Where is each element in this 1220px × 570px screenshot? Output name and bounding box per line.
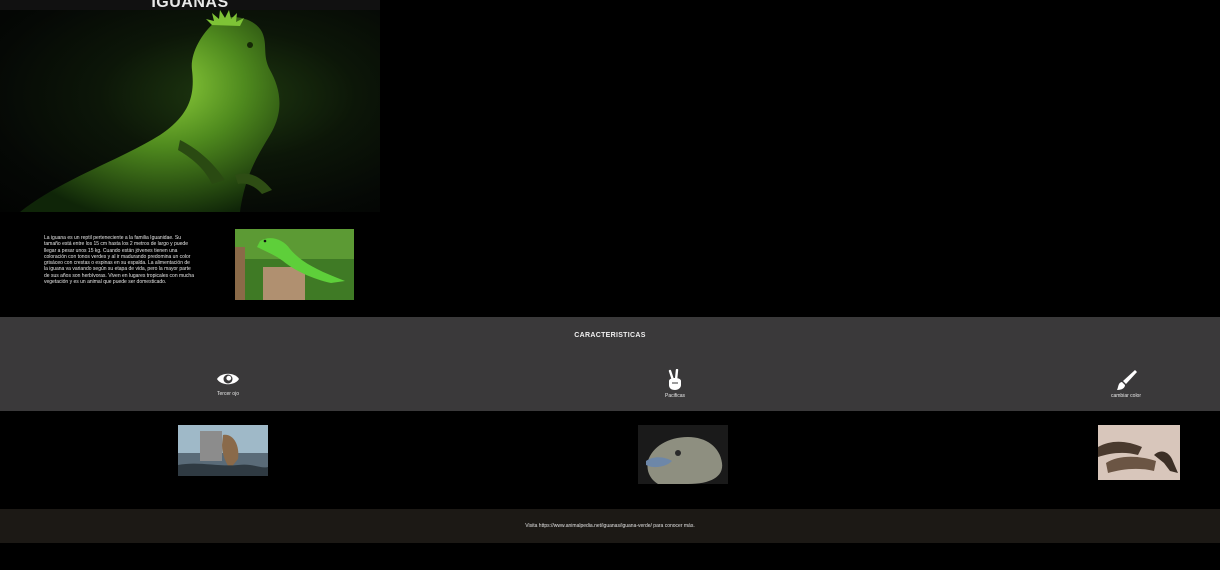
feature-label: Tercer ojo	[217, 391, 239, 397]
feature-third-eye: Tercer ojo	[188, 369, 268, 397]
peace-hand-icon	[668, 369, 681, 390]
footer-text: Visita https://www.animalpedia.net/iguan…	[525, 523, 695, 529]
feature-peaceful: Pacificas	[635, 369, 715, 399]
gallery-photo-2	[638, 425, 728, 484]
hero-image: IGUANAS	[0, 0, 380, 212]
page-title: IGUANAS	[151, 0, 229, 11]
feature-label: Pacificas	[664, 393, 685, 399]
eye-icon	[217, 373, 239, 385]
iguana-hero-illustration	[20, 10, 280, 212]
green-iguana-photo	[235, 229, 354, 300]
features-section: CARACTERISTICAS Tercer ojo Pacificas cam…	[0, 317, 1220, 411]
footer: Visita https://www.animalpedia.net/iguan…	[0, 509, 1220, 543]
features-title: CARACTERISTICAS	[574, 332, 646, 339]
gallery-photo-1	[178, 425, 268, 476]
paintbrush-icon	[1117, 370, 1137, 390]
gallery-photo-3	[1098, 425, 1180, 480]
feature-change-color: cambiar color	[1086, 369, 1166, 399]
feature-label: cambiar color	[1110, 393, 1141, 399]
intro-paragraph: La iguana es un reptil perteneciente a l…	[44, 235, 194, 286]
